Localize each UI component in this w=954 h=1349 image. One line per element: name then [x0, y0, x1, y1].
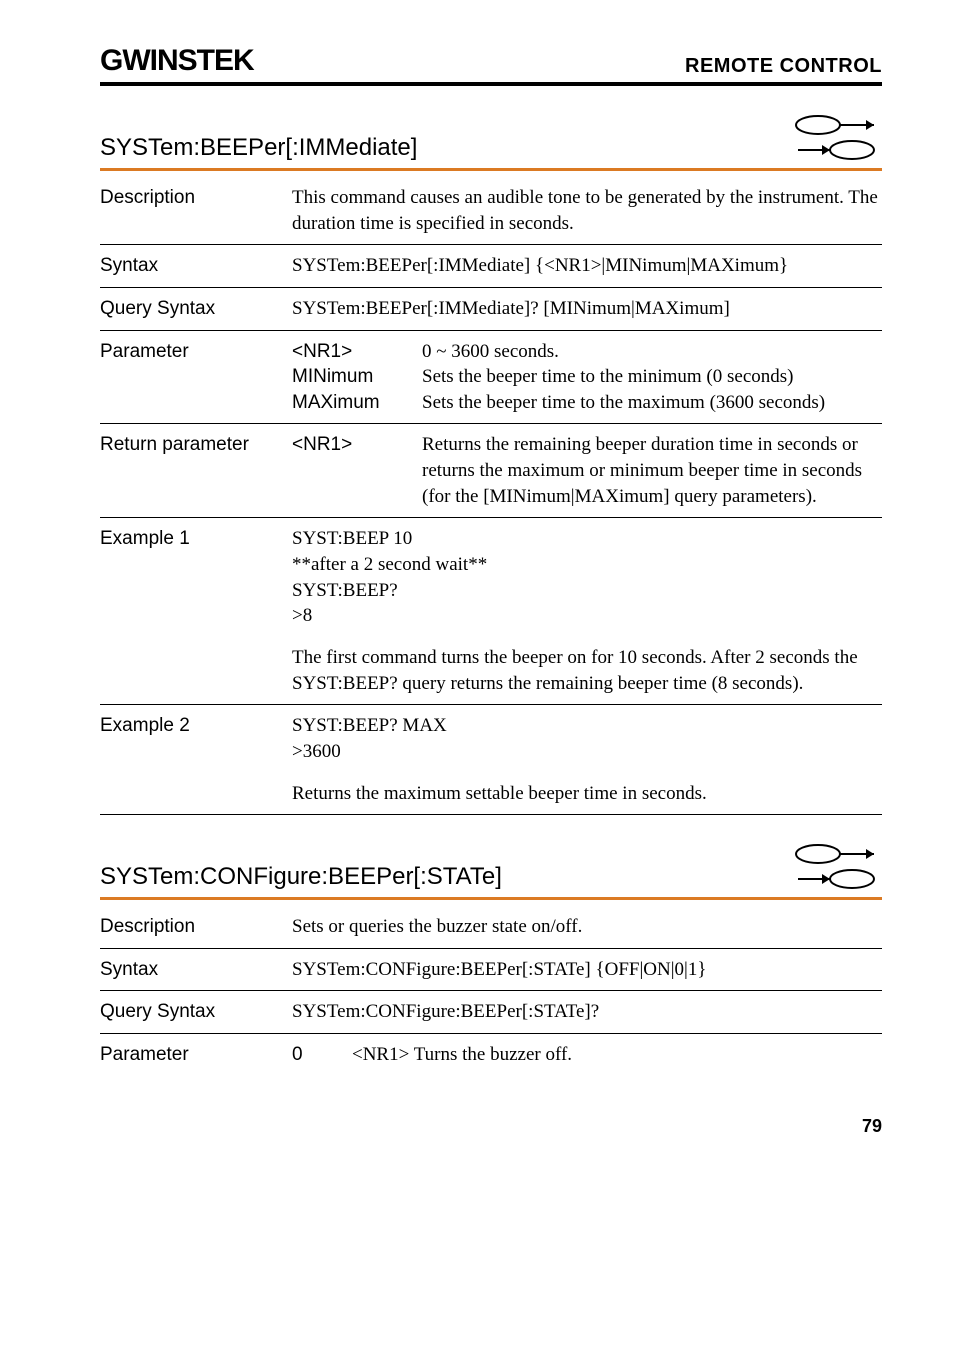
return-param-desc: Returns the remaining beeper duration ti…: [422, 424, 882, 518]
row-label-syntax: Syntax: [100, 245, 292, 288]
command-title: SYSTem:BEEPer[:IMMediate]: [100, 134, 417, 162]
page-header: GWINSTEK REMOTE CONTROL: [100, 44, 882, 86]
param-name: 0: [292, 1034, 352, 1076]
brand-logo: GWINSTEK: [100, 44, 254, 78]
row-label-example2: Example 2: [100, 705, 292, 773]
param-min-name: MINimum: [292, 364, 422, 390]
param-nr1-desc: 0 ~ 3600 seconds.: [422, 330, 882, 364]
syntax-text: SYSTem:CONFigure:BEEPer[:STATe] {OFF|ON|…: [292, 948, 882, 991]
description-text: Sets or queries the buzzer state on/off.: [292, 906, 882, 948]
syntax-text: SYSTem:BEEPer[:IMMediate] {<NR1>|MINimum…: [292, 245, 882, 288]
example1-lines: SYST:BEEP 10 **after a 2 second wait** S…: [292, 518, 882, 637]
row-label-description: Description: [100, 906, 292, 948]
row-label-parameter: Parameter: [100, 1034, 292, 1076]
param-nr1-name: <NR1>: [292, 330, 422, 364]
example1-note: The first command turns the beeper on fo…: [292, 637, 882, 705]
command-configure-beeper-state: SYSTem:CONFigure:BEEPer[:STATe] Descript…: [100, 843, 882, 1076]
set-query-icon: [792, 114, 882, 162]
section-label: REMOTE CONTROL: [685, 55, 882, 78]
param-max-name: MAXimum: [292, 390, 422, 424]
row-label-query-syntax: Query Syntax: [100, 991, 292, 1034]
command-beeper-immediate: SYSTem:BEEPer[:IMMediate] Description Th…: [100, 114, 882, 815]
param-desc: <NR1> Turns the buzzer off.: [352, 1034, 882, 1076]
row-label-example1: Example 1: [100, 518, 292, 637]
query-syntax-text: SYSTem:BEEPer[:IMMediate]? [MINimum|MAXi…: [292, 287, 882, 330]
row-label-description: Description: [100, 177, 292, 245]
return-param-name: <NR1>: [292, 424, 422, 518]
row-label-syntax: Syntax: [100, 948, 292, 991]
example2-note: Returns the maximum settable beeper time…: [292, 773, 882, 815]
param-max-desc: Sets the beeper time to the maximum (360…: [422, 390, 882, 424]
description-text: This command causes an audible tone to b…: [292, 177, 882, 245]
page-number: 79: [100, 1116, 882, 1137]
row-label-parameter: Parameter: [100, 330, 292, 364]
command-title: SYSTem:CONFigure:BEEPer[:STATe]: [100, 863, 502, 891]
set-query-icon: [792, 843, 882, 891]
example2-lines: SYST:BEEP? MAX >3600: [292, 705, 882, 773]
query-syntax-text: SYSTem:CONFigure:BEEPer[:STATe]?: [292, 991, 882, 1034]
row-label-query-syntax: Query Syntax: [100, 287, 292, 330]
param-min-desc: Sets the beeper time to the minimum (0 s…: [422, 364, 882, 390]
row-label-return-param: Return parameter: [100, 424, 292, 518]
